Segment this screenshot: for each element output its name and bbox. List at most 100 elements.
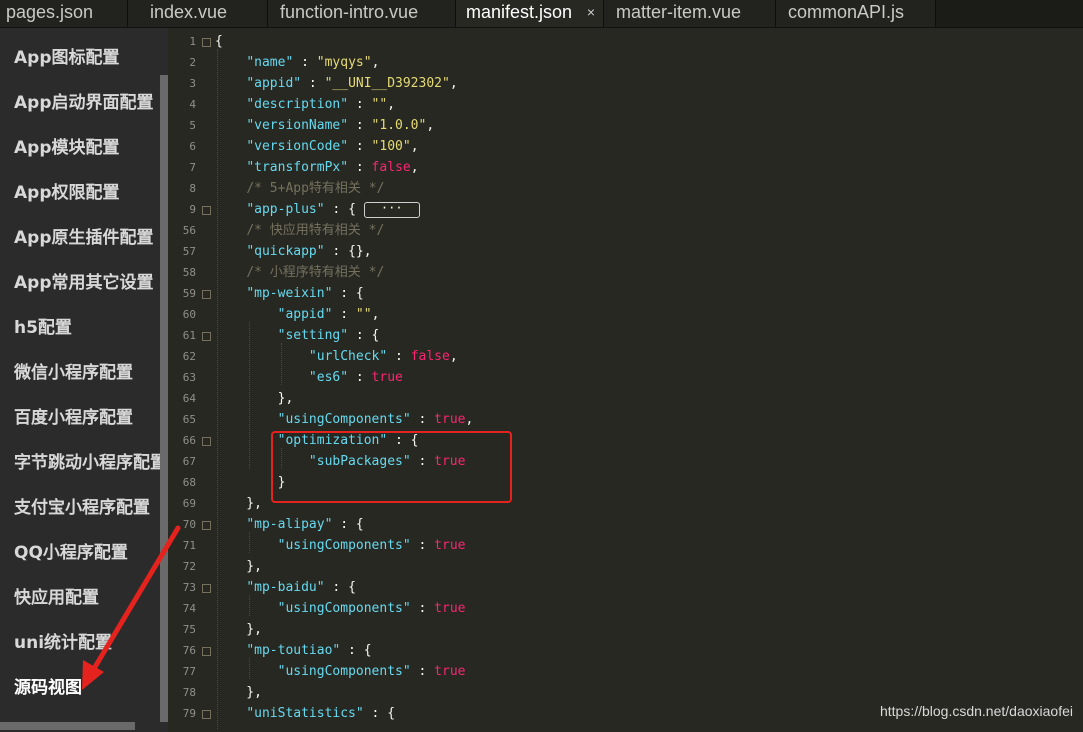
code-line-1: {: [215, 31, 223, 52]
tab-label: pages.json: [6, 2, 94, 22]
sidebar-item-baidu[interactable]: 百度小程序配置: [14, 403, 162, 428]
line-number: 72: [182, 560, 196, 573]
folded-block-ellipsis[interactable]: ···: [363, 201, 420, 218]
json-key: "description": [246, 97, 349, 112]
line-number: 76: [182, 644, 196, 657]
line-number: 2: [189, 56, 196, 69]
json-key: "app-plus": [246, 202, 325, 217]
code-line-69: },: [215, 496, 262, 511]
code-line-72: },: [215, 559, 262, 574]
fold-collapse-icon[interactable]: [202, 38, 211, 47]
sidebar-item-toutiao[interactable]: 字节跳动小程序配置: [14, 448, 162, 473]
sidebar-item-app-native-plugins[interactable]: App原生插件配置: [14, 223, 162, 248]
code-line-59: "mp-weixin" : {: [246, 286, 364, 301]
close-icon[interactable]: ×: [587, 0, 595, 25]
highlight-box: [271, 431, 512, 503]
line-number: 5: [189, 119, 196, 132]
sidebar-item-h5[interactable]: h5配置: [14, 313, 162, 338]
code-line-70: "mp-alipay" : {: [246, 517, 364, 532]
sidebar-item-weixin[interactable]: 微信小程序配置: [14, 358, 162, 383]
tab-label: matter-item.vue: [616, 2, 742, 22]
code-line-64: },: [215, 391, 294, 406]
line-number: 67: [182, 455, 196, 468]
json-key: "name": [246, 55, 294, 70]
fold-collapse-icon[interactable]: [202, 437, 211, 446]
line-number: 4: [189, 98, 196, 111]
json-key: "usingComponents": [277, 538, 411, 553]
line-number: 66: [182, 434, 196, 447]
code-editor[interactable]: { "name" : "myqys", "appid" : "__UNI__D3…: [215, 28, 1083, 732]
tab-manifest-json[interactable]: manifest.json ×: [456, 0, 604, 27]
fold-collapse-icon[interactable]: [202, 290, 211, 299]
code-line-2: "name" : "myqys",: [246, 55, 380, 70]
code-line-79: "uniStatistics" : {: [246, 706, 396, 721]
json-key: "setting": [277, 328, 349, 343]
json-key: "mp-baidu": [246, 580, 325, 595]
line-number: 63: [182, 371, 196, 384]
json-boolean: true: [434, 664, 466, 679]
json-key: "es6": [308, 370, 349, 385]
code-line-76: "mp-toutiao" : {: [246, 643, 372, 658]
line-number-gutter: 1 2 3 4 5 6 7 8 9 56 57 58 59 60 61 62 63 64 65 66 67 68 69 70 7…: [168, 28, 211, 732]
sidebar-item-app-icon[interactable]: App图标配置: [14, 43, 162, 68]
code-comment: /* 5+App特有相关 */: [246, 181, 385, 196]
sidebar-item-app-modules[interactable]: App模块配置: [14, 133, 162, 158]
sidebar-item-source-view[interactable]: 源码视图: [14, 673, 162, 698]
line-number: 77: [182, 665, 196, 678]
fold-collapse-icon[interactable]: [202, 710, 211, 719]
fold-collapse-icon[interactable]: [202, 647, 211, 656]
tab-function-intro-vue[interactable]: function-intro.vue: [268, 0, 456, 27]
json-boolean: false: [371, 160, 411, 175]
sidebar-scrollbar[interactable]: [160, 75, 168, 722]
tab-bar: pages.json index.vue function-intro.vue …: [0, 0, 1083, 28]
json-key: "uniStatistics": [246, 706, 364, 721]
code-line-5: "versionName" : "1.0.0",: [246, 118, 435, 133]
code-line-58: /* 小程序特有相关 */: [215, 262, 384, 283]
line-number: 3: [189, 77, 196, 90]
json-key: "versionName": [246, 118, 349, 133]
code-line-6: "versionCode" : "100",: [246, 139, 419, 154]
tab-label: commonAPI.js: [788, 2, 905, 22]
sidebar-item-alipay[interactable]: 支付宝小程序配置: [14, 493, 162, 518]
line-number: 9: [189, 203, 196, 216]
line-number: 56: [182, 224, 196, 237]
line-number: 62: [182, 350, 196, 363]
line-number: 79: [182, 707, 196, 720]
sidebar-item-quickapp[interactable]: 快应用配置: [14, 583, 162, 608]
fold-collapse-icon[interactable]: [202, 584, 211, 593]
tab-matter-item-vue[interactable]: matter-item.vue: [604, 0, 776, 27]
tab-commonapi-js[interactable]: commonAPI.js: [776, 0, 936, 27]
json-key: "mp-alipay": [246, 517, 333, 532]
json-string: "100": [371, 139, 411, 154]
sidebar-item-uni-statistics[interactable]: uni统计配置: [14, 628, 162, 653]
code-line-73: "mp-baidu" : {: [246, 580, 356, 595]
watermark: https://blog.csdn.net/daoxiaofei: [879, 703, 1073, 719]
horizontal-scrollbar[interactable]: [0, 722, 135, 730]
fold-expand-icon[interactable]: [202, 206, 211, 215]
sidebar-item-qq[interactable]: QQ小程序配置: [14, 538, 162, 563]
line-number: 8: [189, 182, 196, 195]
sidebar-item-app-other-settings[interactable]: App常用其它设置: [14, 268, 162, 293]
line-number: 68: [182, 476, 196, 489]
fold-collapse-icon[interactable]: [202, 521, 211, 530]
json-key: "usingComponents": [277, 412, 411, 427]
code-line-63: "es6" : true: [308, 370, 403, 385]
line-number: 59: [182, 287, 196, 300]
line-number: 61: [182, 329, 196, 342]
fold-collapse-icon[interactable]: [202, 332, 211, 341]
sidebar-item-app-permissions[interactable]: App权限配置: [14, 178, 162, 203]
line-number: 78: [182, 686, 196, 699]
json-key: "usingComponents": [277, 601, 411, 616]
json-string: "": [355, 307, 372, 322]
code-line-65: "usingComponents" : true,: [277, 412, 474, 427]
json-key: "versionCode": [246, 139, 349, 154]
line-number: 73: [182, 581, 196, 594]
code-line-60: "appid" : "",: [277, 307, 380, 322]
line-number: 70: [182, 518, 196, 531]
tab-index-vue[interactable]: index.vue: [128, 0, 268, 27]
code-line-57: "quickapp" : {},: [246, 244, 372, 259]
sidebar-item-app-splash[interactable]: App启动界面配置: [14, 88, 162, 113]
tab-label: index.vue: [150, 2, 228, 22]
tab-pages-json[interactable]: pages.json: [0, 0, 128, 27]
tab-label: manifest.json: [466, 2, 573, 22]
